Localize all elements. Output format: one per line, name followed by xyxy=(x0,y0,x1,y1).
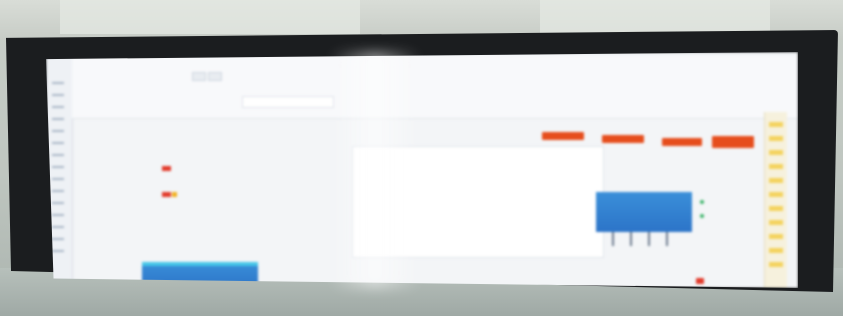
nav-item xyxy=(52,238,64,240)
nav-item xyxy=(52,214,64,216)
nav-item xyxy=(52,226,64,228)
status-cell xyxy=(769,164,783,169)
nav-item xyxy=(52,82,64,84)
nav-item xyxy=(52,178,64,180)
nav-item xyxy=(52,250,64,252)
nav-item xyxy=(52,142,64,144)
status-cell xyxy=(769,178,783,183)
action-button[interactable] xyxy=(662,138,702,146)
diagram-connector xyxy=(648,232,650,246)
status-cell xyxy=(769,136,783,141)
nav-item xyxy=(52,154,64,156)
toolbar-button[interactable] xyxy=(208,72,222,81)
right-status-column xyxy=(764,112,787,288)
cyan-strip xyxy=(142,262,258,266)
status-cell xyxy=(769,122,783,127)
nav-item xyxy=(52,202,64,204)
top-toolbar xyxy=(72,56,798,119)
status-dot-green xyxy=(700,200,704,204)
toolbar-button[interactable] xyxy=(192,72,206,81)
nav-item xyxy=(52,106,64,108)
status-cell xyxy=(769,192,783,197)
nav-item xyxy=(52,94,64,96)
action-button[interactable] xyxy=(712,136,754,148)
search-box[interactable] xyxy=(242,96,334,108)
blue-diagram-block xyxy=(596,192,692,232)
nav-item xyxy=(52,118,64,120)
status-cell xyxy=(769,220,783,225)
small-red-indicator xyxy=(696,278,704,284)
status-cell xyxy=(769,150,783,155)
status-dot-green xyxy=(700,214,704,218)
action-button[interactable] xyxy=(602,135,644,143)
status-indicator-red xyxy=(162,166,171,171)
screen-glare xyxy=(330,52,420,288)
status-indicator-yellow xyxy=(172,192,177,197)
ceiling-panel xyxy=(540,0,770,34)
monitor-screen xyxy=(46,52,798,288)
diagram-connector xyxy=(612,232,614,246)
nav-item xyxy=(52,130,64,132)
nav-item xyxy=(52,190,64,192)
status-cell xyxy=(769,248,783,253)
action-button[interactable] xyxy=(542,132,584,140)
status-indicator-red xyxy=(162,192,171,197)
status-cell xyxy=(769,206,783,211)
status-cell xyxy=(769,262,783,267)
diagram-connector xyxy=(666,232,668,246)
ceiling-panel xyxy=(60,0,360,34)
diagram-connector xyxy=(630,232,632,246)
nav-item xyxy=(52,166,64,168)
status-cell xyxy=(769,234,783,239)
